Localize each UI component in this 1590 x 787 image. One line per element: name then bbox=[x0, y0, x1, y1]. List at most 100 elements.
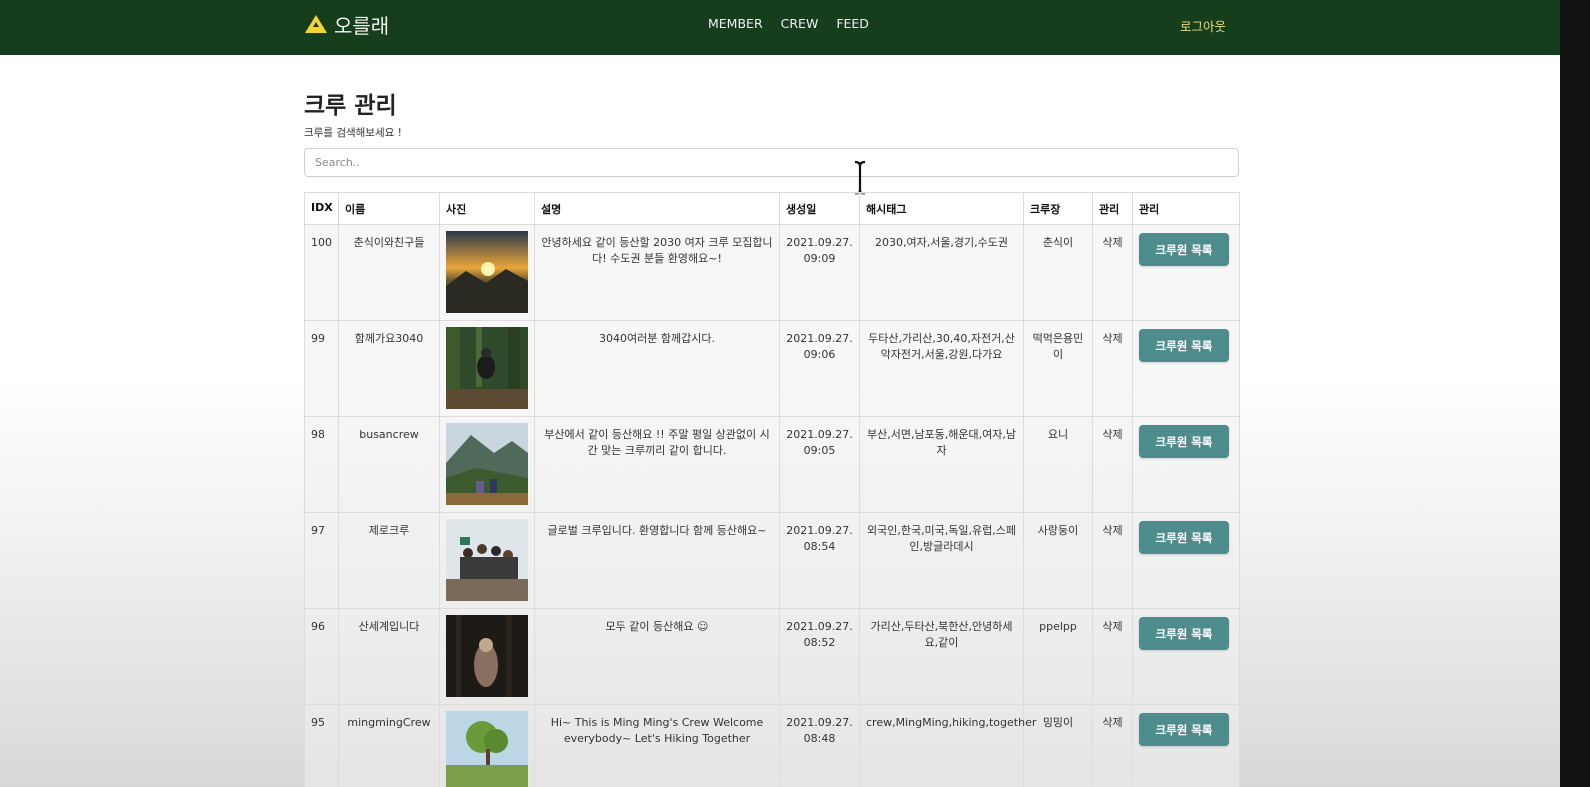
green-tree-photo-image bbox=[446, 711, 528, 787]
nav-crew[interactable]: CREW bbox=[781, 16, 819, 31]
cell-hashtags: 2030,여자,서울,경기,수도권 bbox=[859, 224, 1024, 321]
nav-member[interactable]: MEMBER bbox=[708, 16, 763, 31]
table-row: 95 mingmingCrew Hi~ This is Ming Ming's … bbox=[304, 704, 1240, 787]
cell-created: 2021.09.27. 09:09 bbox=[779, 224, 860, 321]
cell-leader: 떡먹은용민이 bbox=[1023, 320, 1093, 417]
delete-link[interactable]: 삭제 bbox=[1092, 704, 1133, 787]
crew-photo bbox=[446, 711, 528, 787]
header-description: 설명 bbox=[534, 192, 780, 225]
crew-photo bbox=[446, 423, 528, 505]
cell-description: 글로벌 크루입니다. 환영합니다 함께 등산해요~ bbox=[534, 512, 780, 609]
crew-members-button[interactable]: 크루원 목록 bbox=[1139, 329, 1229, 362]
cell-description: Hi~ This is Ming Ming's Crew Welcome eve… bbox=[534, 704, 780, 787]
header-manage: 관리 bbox=[1092, 192, 1133, 225]
cell-hashtags: 가리산,두타산,북한산,안녕하세요,같이 bbox=[859, 608, 1024, 705]
logout-link[interactable]: 로그아웃 bbox=[1180, 16, 1226, 35]
cell-photo bbox=[439, 512, 535, 609]
cell-actions: 크루원 목록 bbox=[1132, 320, 1240, 417]
cell-photo bbox=[439, 224, 535, 321]
table-row: 97 제로크루 글로벌 크루입니다. 환영합니다 함께 등산해요~ 2021.0… bbox=[304, 512, 1240, 609]
crew-members-button[interactable]: 크루원 목록 bbox=[1139, 233, 1229, 266]
crew-photo bbox=[446, 519, 528, 601]
mountain-logo-icon bbox=[305, 15, 327, 33]
window-edge bbox=[1560, 0, 1590, 787]
table-row: 99 함께가요3040 3040여러분 함께갑시다. 2021.09.27. 0… bbox=[304, 320, 1240, 417]
cell-description: 모두 같이 등산해요 ☺ bbox=[534, 608, 780, 705]
search-input[interactable] bbox=[304, 148, 1239, 177]
crew-members-button[interactable]: 크루원 목록 bbox=[1139, 425, 1229, 458]
text-cursor-icon bbox=[854, 160, 866, 196]
crew-photo bbox=[446, 615, 528, 697]
cell-actions: 크루원 목록 bbox=[1132, 224, 1240, 321]
header-photo: 사진 bbox=[439, 192, 535, 225]
header-manage-2: 관리 bbox=[1132, 192, 1240, 225]
cell-idx: 96 bbox=[304, 608, 339, 705]
cell-photo bbox=[439, 704, 535, 787]
table-row: 96 산세계입니다 모두 같이 등산해요 ☺ 2021.09.27. 08:52… bbox=[304, 608, 1240, 705]
cell-hashtags: crew,MingMing,hiking,together bbox=[859, 704, 1036, 787]
cell-created: 2021.09.27. 08:54 bbox=[779, 512, 860, 609]
cell-created: 2021.09.27. 09:05 bbox=[779, 416, 860, 513]
brand-logo[interactable]: 오를래 bbox=[304, 11, 390, 38]
cell-name: busancrew bbox=[338, 416, 440, 513]
header-name: 이름 bbox=[338, 192, 440, 225]
cell-created: 2021.09.27. 09:06 bbox=[779, 320, 860, 417]
cell-idx: 98 bbox=[304, 416, 339, 513]
mountain-hikers-photo-image bbox=[446, 423, 528, 505]
cell-idx: 100 bbox=[304, 224, 339, 321]
cell-actions: 크루원 목록 bbox=[1132, 416, 1240, 513]
table-header-row: IDX 이름 사진 설명 생성일 해시태그 크루장 관리 관리 bbox=[304, 192, 1240, 225]
cell-name: 제로크루 bbox=[338, 512, 440, 609]
cell-hashtags: 두타산,가리산,30,40,자전거,산악자전거,서울,강원,다가요 bbox=[859, 320, 1024, 417]
crew-members-button[interactable]: 크루원 목록 bbox=[1139, 617, 1229, 650]
cell-leader: ppelpp bbox=[1023, 608, 1093, 705]
header-leader: 크루장 bbox=[1023, 192, 1093, 225]
cell-actions: 크루원 목록 bbox=[1132, 608, 1240, 705]
cell-leader: 사랑둥이 bbox=[1023, 512, 1093, 609]
cell-description: 안녕하세요 같이 등산할 2030 여자 크루 모집합니다! 수도권 분들 환영… bbox=[534, 224, 780, 321]
cell-name: 함께가요3040 bbox=[338, 320, 440, 417]
cell-photo bbox=[439, 608, 535, 705]
cell-name: 춘식이와친구들 bbox=[338, 224, 440, 321]
cell-leader: 춘식이 bbox=[1023, 224, 1093, 321]
header-hashtags: 해시태그 bbox=[859, 192, 1024, 225]
header-idx: IDX bbox=[304, 192, 339, 225]
crew-table: IDX 이름 사진 설명 생성일 해시태그 크루장 관리 관리 100 춘식이와… bbox=[304, 192, 1240, 787]
cell-description: 3040여러분 함께갑시다. bbox=[534, 320, 780, 417]
cell-actions: 크루원 목록 bbox=[1132, 512, 1240, 609]
delete-link[interactable]: 삭제 bbox=[1092, 320, 1133, 417]
delete-link[interactable]: 삭제 bbox=[1092, 416, 1133, 513]
cell-name: 산세계입니다 bbox=[338, 608, 440, 705]
cell-hashtags: 부산,서면,남포동,해운대,여자,남자 bbox=[859, 416, 1024, 513]
delete-link[interactable]: 삭제 bbox=[1092, 224, 1133, 321]
dark-forest-photo-image bbox=[446, 615, 528, 697]
page-subtitle: 크루를 검색해보세요 ! bbox=[304, 127, 402, 139]
table-row: 98 busancrew 부산에서 같이 등산해요 !! 주말 평일 상관없이 … bbox=[304, 416, 1240, 513]
crew-members-button[interactable]: 크루원 목록 bbox=[1139, 521, 1229, 554]
group-summit-photo-image bbox=[446, 519, 528, 601]
delete-link[interactable]: 삭제 bbox=[1092, 512, 1133, 609]
cell-idx: 99 bbox=[304, 320, 339, 417]
cell-actions: 크루원 목록 bbox=[1132, 704, 1240, 787]
top-navbar: 오를래 MEMBER CREW FEED 로그아웃 bbox=[0, 0, 1560, 55]
crew-photo bbox=[446, 231, 528, 313]
main-nav: MEMBER CREW FEED bbox=[708, 16, 869, 31]
brand-name: 오를래 bbox=[334, 13, 390, 38]
table-row: 100 춘식이와친구들 안녕하세요 같이 등산할 2030 여자 크루 모집합니… bbox=[304, 224, 1240, 321]
crew-members-button[interactable]: 크루원 목록 bbox=[1139, 713, 1229, 746]
cell-idx: 95 bbox=[304, 704, 339, 787]
header-created: 생성일 bbox=[779, 192, 860, 225]
cell-photo bbox=[439, 416, 535, 513]
cell-hashtags: 외국인,한국,미국,독일,유럽,스페인,방글라데시 bbox=[859, 512, 1024, 609]
forest-biker-photo-image bbox=[446, 327, 528, 409]
sunset-mountain-photo-image bbox=[446, 231, 528, 313]
cell-created: 2021.09.27. 08:48 bbox=[779, 704, 860, 787]
page-title: 크루 관리 bbox=[304, 93, 397, 119]
crew-photo bbox=[446, 327, 528, 409]
cell-name: mingmingCrew bbox=[338, 704, 440, 787]
cell-created: 2021.09.27. 08:52 bbox=[779, 608, 860, 705]
cell-photo bbox=[439, 320, 535, 417]
cell-description: 부산에서 같이 등산해요 !! 주말 평일 상관없이 시간 맞는 크루끼리 같이… bbox=[534, 416, 780, 513]
nav-feed[interactable]: FEED bbox=[836, 16, 869, 31]
delete-link[interactable]: 삭제 bbox=[1092, 608, 1133, 705]
